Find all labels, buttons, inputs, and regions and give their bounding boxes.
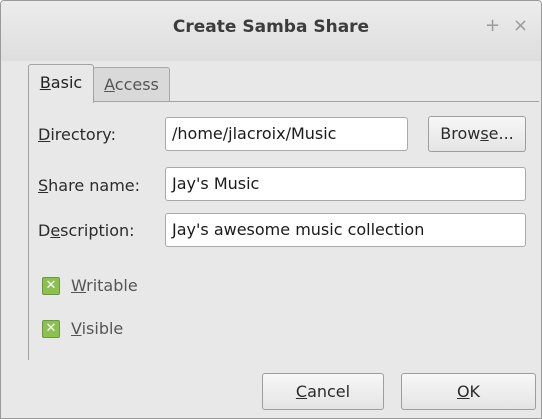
dialog-title: Create Samba Share xyxy=(172,17,370,37)
tab-basic-mnemonic: B xyxy=(39,73,51,92)
description-mnemonic: e xyxy=(50,221,61,240)
ok-button[interactable]: OK xyxy=(401,373,536,410)
create-samba-share-dialog: Create Samba Share + × Basic Access Dire… xyxy=(0,0,542,419)
browse-label-start: Brow xyxy=(440,124,481,143)
browse-button[interactable]: Browse... xyxy=(428,116,526,152)
share-name-label-text: hare name: xyxy=(48,176,141,195)
tab-access-label: ccess xyxy=(114,75,159,94)
tab-access-mnemonic: A xyxy=(104,75,115,94)
directory-label-text: irectory: xyxy=(50,125,116,144)
description-field[interactable]: Jay's awesome music collection xyxy=(165,213,526,247)
directory-label-mnemonic: D xyxy=(38,125,51,144)
directory-label: Directory: xyxy=(38,125,116,144)
share-name-mnemonic: S xyxy=(38,176,49,195)
writable-label-text: ritable xyxy=(86,276,138,295)
writable-label: Writable xyxy=(71,276,138,295)
description-label-start: D xyxy=(38,221,51,240)
maximize-icon[interactable]: + xyxy=(485,15,500,36)
visible-checkbox[interactable]: ✕ xyxy=(42,320,60,338)
close-icon[interactable]: × xyxy=(513,15,528,36)
tab-access[interactable]: Access xyxy=(93,67,170,101)
cancel-mnemonic: C xyxy=(295,382,308,401)
ok-mnemonic: O xyxy=(456,382,470,401)
browse-label-end: e... xyxy=(488,124,514,143)
share-name-field[interactable]: Jay's Music xyxy=(165,167,526,201)
cancel-button[interactable]: Cancel xyxy=(262,373,384,410)
directory-field[interactable]: /home/jlacroix/Music xyxy=(165,117,408,151)
visible-label-text: isible xyxy=(81,319,124,338)
tab-basic-label: asic xyxy=(50,73,83,92)
description-label: Description: xyxy=(38,221,135,240)
share-name-label: Share name: xyxy=(38,176,140,195)
writable-mnemonic: W xyxy=(71,276,87,295)
description-label-end: scription: xyxy=(60,221,135,240)
title-bar[interactable]: Create Samba Share + × xyxy=(1,1,541,61)
cancel-label: ancel xyxy=(307,382,351,401)
writable-checkbox[interactable]: ✕ xyxy=(42,277,60,295)
ok-label: K xyxy=(469,382,481,401)
visible-mnemonic: V xyxy=(71,319,82,338)
visible-label: Visible xyxy=(71,319,123,338)
browse-mnemonic: s xyxy=(480,124,489,143)
tab-basic[interactable]: Basic xyxy=(28,64,94,103)
